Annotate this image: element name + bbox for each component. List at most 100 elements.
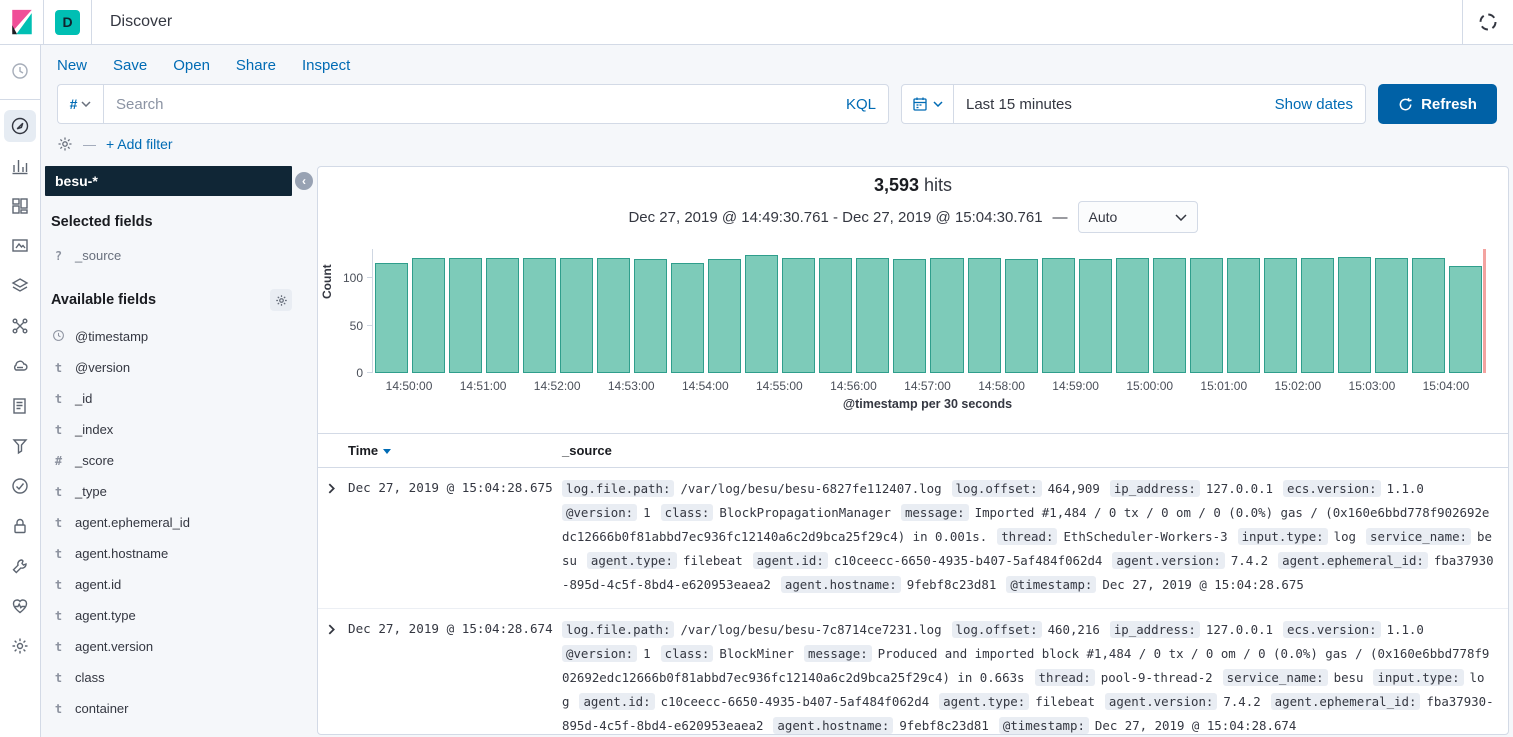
add-filter-button[interactable]: + Add filter	[106, 136, 173, 152]
help-icon[interactable]	[1477, 11, 1499, 33]
histogram-bar[interactable]	[486, 258, 519, 373]
recently-viewed-icon[interactable]	[4, 55, 36, 87]
histogram-bar[interactable]	[560, 258, 593, 373]
histogram-bar[interactable]	[375, 263, 408, 373]
apm-icon[interactable]	[4, 430, 36, 462]
histogram-bar[interactable]	[1116, 258, 1149, 373]
source-field-value: 7.4.2	[1223, 694, 1260, 709]
histogram-bar[interactable]	[634, 259, 667, 373]
field-item-@timestamp[interactable]: @timestamp	[45, 321, 292, 352]
histogram-bar[interactable]	[1227, 258, 1260, 373]
source-column-header[interactable]: _source	[562, 443, 1508, 458]
table-header: Time _source	[318, 433, 1508, 468]
histogram-bar[interactable]	[1301, 258, 1334, 373]
visualize-icon[interactable]	[4, 150, 36, 182]
current-time-marker	[1483, 249, 1486, 373]
histogram-bar[interactable]	[968, 258, 1001, 373]
time-range-value[interactable]: Last 15 minutes	[954, 96, 1275, 113]
source-field-name: message:	[901, 504, 969, 521]
histogram-bar[interactable]	[930, 258, 963, 373]
histogram-bar[interactable]	[1375, 258, 1408, 373]
histogram-bar[interactable]	[745, 255, 778, 373]
source-field-name: message:	[804, 645, 872, 662]
stack-monitoring-icon[interactable]	[4, 590, 36, 622]
dev-tools-icon[interactable]	[4, 550, 36, 582]
discover-icon[interactable]	[4, 110, 36, 142]
histogram-bar[interactable]	[893, 259, 926, 373]
field-settings-button[interactable]	[270, 289, 292, 311]
refresh-button[interactable]: Refresh	[1378, 84, 1497, 124]
field-item-agent.hostname[interactable]: tagent.hostname	[45, 538, 292, 569]
field-item-container[interactable]: tcontainer	[45, 693, 292, 724]
query-bar: KQL	[103, 84, 889, 124]
histogram-bar[interactable]	[1264, 258, 1297, 373]
kql-toggle[interactable]: KQL	[846, 96, 876, 113]
expand-row-chevron-icon[interactable]	[318, 618, 348, 735]
field-item-agent.ephemeral_id[interactable]: tagent.ephemeral_id	[45, 507, 292, 538]
collapse-sidebar-button[interactable]: ‹	[295, 172, 313, 190]
maps-icon[interactable]	[4, 270, 36, 302]
siem-icon[interactable]	[4, 510, 36, 542]
histogram-bar[interactable]	[782, 258, 815, 373]
x-tick-label: 15:02:00	[1274, 379, 1321, 393]
show-dates-button[interactable]: Show dates	[1275, 96, 1365, 113]
saved-query-menu-button[interactable]: #	[57, 84, 103, 124]
histogram-bar[interactable]	[597, 258, 630, 373]
field-type-date-icon	[52, 329, 65, 345]
field-item-_source[interactable]: ?_source	[45, 240, 292, 271]
histogram-bar[interactable]	[708, 259, 741, 373]
field-label: _score	[75, 453, 114, 468]
histogram-bar[interactable]	[1190, 258, 1223, 373]
management-icon[interactable]	[4, 630, 36, 662]
x-tick-label: 14:59:00	[1052, 379, 1099, 393]
field-type-string-icon: t	[52, 702, 65, 716]
date-quick-select-button[interactable]	[902, 85, 954, 123]
filter-settings-gear-icon[interactable]	[57, 136, 73, 152]
menu-item-save[interactable]: Save	[113, 57, 147, 74]
field-type-string-icon: t	[52, 423, 65, 437]
field-item-_type[interactable]: t_type	[45, 476, 292, 507]
field-item-_index[interactable]: t_index	[45, 414, 292, 445]
histogram-bar[interactable]	[1338, 257, 1371, 373]
source-field-name: agent.ephemeral_id:	[1278, 552, 1428, 569]
uptime-icon[interactable]	[4, 470, 36, 502]
field-item-_id[interactable]: t_id	[45, 383, 292, 414]
histogram-bar[interactable]	[523, 258, 556, 373]
menu-item-share[interactable]: Share	[236, 57, 276, 74]
app-badge-cell[interactable]: D	[44, 0, 92, 44]
histogram-bar[interactable]	[1042, 258, 1075, 373]
histogram-bar[interactable]	[671, 263, 704, 373]
histogram-bar[interactable]	[412, 258, 445, 373]
infrastructure-icon[interactable]	[4, 350, 36, 382]
table-body: Dec 27, 2019 @ 15:04:28.675log.file.path…	[318, 468, 1508, 735]
menu-item-new[interactable]: New	[57, 57, 87, 74]
index-pattern-selector[interactable]: besu-*	[45, 166, 292, 196]
machine-learning-icon[interactable]	[4, 310, 36, 342]
field-item-class[interactable]: tclass	[45, 662, 292, 693]
field-item-agent.id[interactable]: tagent.id	[45, 569, 292, 600]
field-item-agent.version[interactable]: tagent.version	[45, 631, 292, 662]
histogram-bar[interactable]	[1079, 259, 1112, 373]
histogram-bar[interactable]	[449, 258, 482, 373]
field-item-@version[interactable]: t@version	[45, 352, 292, 383]
row-source: log.file.path:/var/log/besu/besu-6827fe1…	[562, 477, 1508, 597]
histogram-bar[interactable]	[1153, 258, 1186, 373]
menu-item-open[interactable]: Open	[173, 57, 210, 74]
search-input[interactable]	[116, 96, 846, 113]
field-item-agent.type[interactable]: tagent.type	[45, 600, 292, 631]
interval-select[interactable]: Auto	[1078, 201, 1198, 233]
menu-item-inspect[interactable]: Inspect	[302, 57, 350, 74]
expand-row-chevron-icon[interactable]	[318, 477, 348, 597]
field-item-_score[interactable]: #_score	[45, 445, 292, 476]
histogram-bar[interactable]	[1005, 259, 1038, 373]
dashboard-icon[interactable]	[4, 190, 36, 222]
logs-icon[interactable]	[4, 390, 36, 422]
histogram-bar[interactable]	[819, 258, 852, 373]
time-column-header[interactable]: Time	[348, 443, 562, 458]
canvas-icon[interactable]	[4, 230, 36, 262]
kibana-logo[interactable]	[0, 0, 44, 44]
histogram-bar[interactable]	[856, 258, 889, 373]
histogram-bar[interactable]	[1449, 266, 1482, 373]
chevron-down-icon	[933, 101, 943, 107]
histogram-bar[interactable]	[1412, 258, 1445, 373]
